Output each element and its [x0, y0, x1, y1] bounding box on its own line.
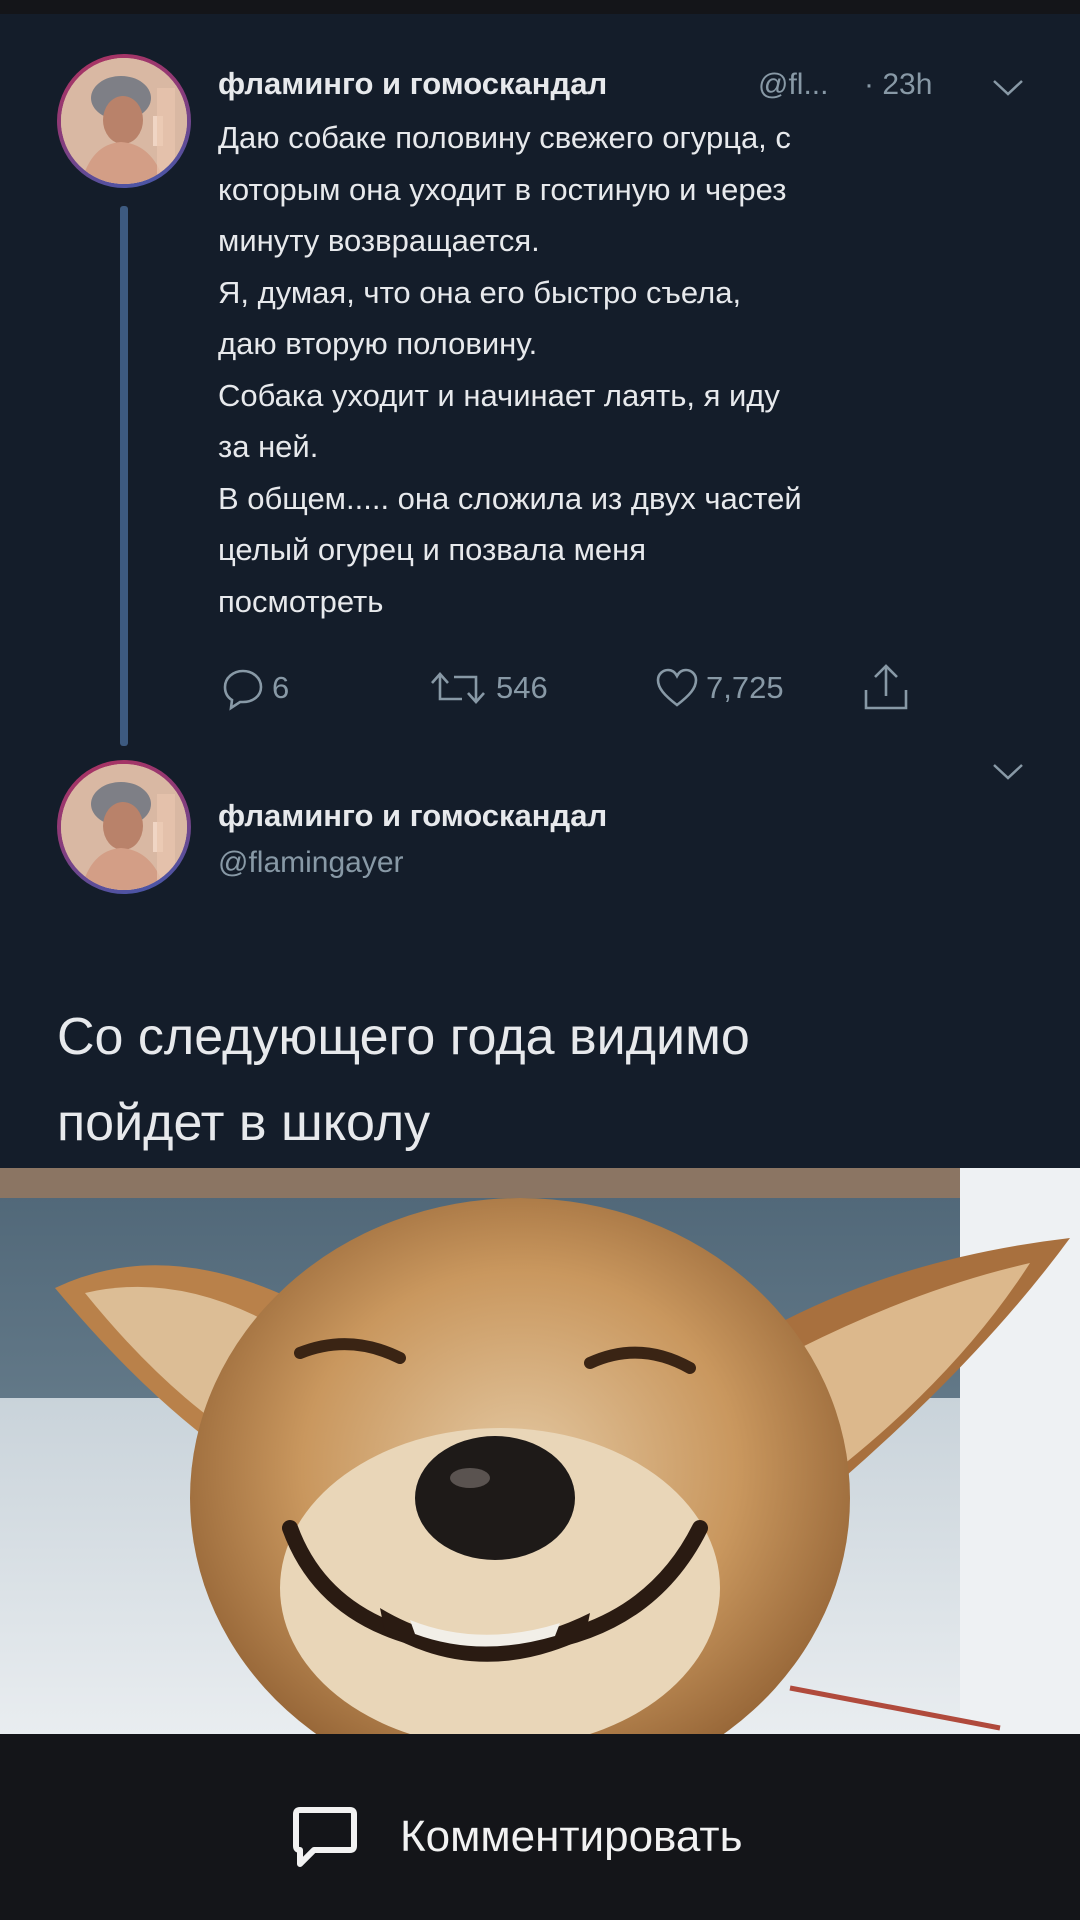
tweet-body-line: Я, думая, что она его быстро съела,	[218, 274, 742, 310]
retweet-icon	[431, 672, 485, 704]
tweet-screenshot: фламинго и гомоскандал @fl... · 23h Даю …	[0, 14, 1080, 1169]
comment-button[interactable]: Комментировать	[290, 1800, 743, 1874]
bottom-bar: Комментировать	[0, 1734, 1080, 1920]
retweet-count: 546	[496, 670, 548, 705]
tweet-body-line: пойдет в школу	[57, 1094, 431, 1152]
tweet-author-handle[interactable]: @fl...	[758, 68, 828, 102]
retweet-button[interactable]: 546	[428, 660, 548, 716]
tweet-timestamp[interactable]: · 23h	[864, 68, 932, 102]
tweet-body-line: целый огурец и позвала меня	[218, 532, 647, 567]
tweet-body-line: Даю собаке половину свежего огурца, с	[218, 120, 791, 155]
tweet-body-line: которым она уходит в гостиную и через	[218, 171, 787, 207]
tweet-author-name[interactable]: фламинго и гомоскандал	[218, 798, 607, 834]
tweet-body-line: посмотреть	[218, 583, 384, 619]
tweet-action-bar: 6 546 7,725	[218, 660, 938, 716]
tweet-body-line: В общем..... она сложила из двух частей	[218, 480, 802, 516]
thread-connector-line	[120, 206, 128, 746]
tweet-body: Со следующего года видимо пойдет в школу	[57, 994, 1037, 1166]
tweet-body-line: минуту возвращается.	[218, 223, 540, 258]
chevron-down-icon[interactable]	[990, 760, 1026, 784]
tweet-body: Даю собаке половину свежего огурца, с ко…	[218, 112, 1048, 627]
app-root: фламинго и гомоскандал @fl... · 23h Даю …	[0, 0, 1080, 1920]
share-button[interactable]	[860, 660, 912, 716]
avatar[interactable]	[57, 54, 191, 188]
chevron-down-icon[interactable]	[990, 76, 1026, 100]
comment-label: Комментировать	[400, 1812, 743, 1861]
share-icon	[864, 664, 908, 710]
speech-bubble-icon	[223, 669, 263, 711]
comment-icon	[293, 1807, 357, 1867]
tweet-body-line: даю вторую половину.	[218, 326, 538, 361]
tweet-body-line: Со следующего года видимо	[57, 1008, 750, 1066]
reply-button[interactable]: 6	[220, 660, 289, 716]
tweet-body-line: Собака уходит и начинает лаять, я иду	[218, 377, 780, 413]
reply-count: 6	[272, 670, 290, 705]
avatar-photo	[61, 58, 187, 184]
heart-icon	[656, 668, 698, 707]
avatar-photo	[61, 764, 187, 890]
tweet-body-line: за ней.	[218, 429, 319, 464]
like-count: 7,725	[706, 670, 784, 705]
tweet-author-name[interactable]: фламинго и гомоскандал	[218, 66, 607, 102]
tweet-author-handle[interactable]: @flamingayer	[218, 846, 404, 880]
like-button[interactable]: 7,725	[654, 660, 784, 716]
smiling-dog-photo	[0, 1168, 1080, 1734]
avatar[interactable]	[57, 760, 191, 894]
